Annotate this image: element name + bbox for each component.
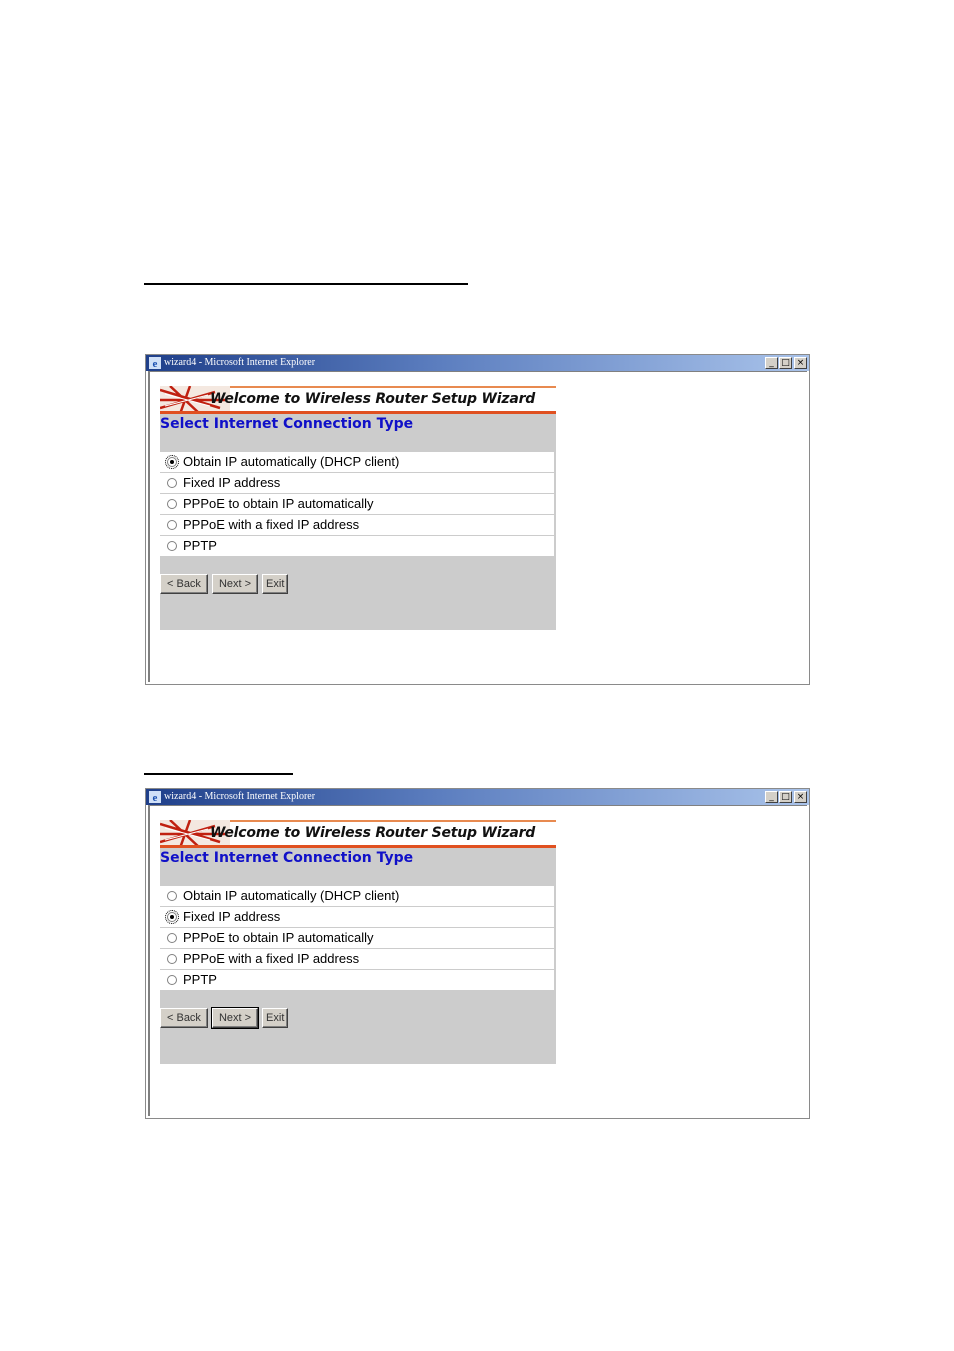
radio-pppoe-fixed[interactable] (167, 520, 177, 530)
radio-fixed-ip[interactable] (167, 478, 177, 488)
svg-text:e: e (153, 792, 158, 803)
option-pppoe-fixed[interactable]: PPPoE with a fixed IP address (160, 949, 554, 969)
option-label: Obtain IP automatically (DHCP client) (183, 888, 400, 903)
connection-type-options: Obtain IP automatically (DHCP client) Fi… (160, 886, 554, 991)
option-pptp[interactable]: PPTP (160, 536, 554, 556)
option-label: Fixed IP address (183, 475, 281, 490)
minimize-icon: _ (769, 792, 774, 802)
option-label: PPPoE with a fixed IP address (183, 517, 360, 532)
option-label: PPTP (183, 972, 217, 987)
ie-logo-icon: e (149, 357, 161, 369)
window-title: wizard4 - Microsoft Internet Explorer (164, 791, 316, 802)
wizard-banner: Welcome to Wireless Router Setup Wizard (160, 820, 556, 848)
close-icon: × (796, 792, 805, 802)
section-heading: Select Internet Connection Type (160, 416, 414, 432)
browser-window-1: e wizard4 - Microsoft Internet Explorer … (145, 354, 810, 685)
exit-button[interactable]: Exit (262, 1008, 289, 1028)
radio-pptp[interactable] (167, 975, 177, 985)
option-pppoe-fixed[interactable]: PPPoE with a fixed IP address (160, 515, 554, 535)
wizard-banner: Welcome to Wireless Router Setup Wizard (160, 386, 556, 414)
option-label: Fixed IP address (183, 909, 281, 924)
option-label: PPTP (183, 538, 217, 553)
minimize-button[interactable]: _ (765, 357, 778, 369)
radio-pptp[interactable] (167, 541, 177, 551)
minimize-button[interactable]: _ (765, 791, 778, 803)
radio-pppoe-auto[interactable] (167, 933, 177, 943)
title-bar[interactable]: e wizard4 - Microsoft Internet Explorer … (146, 355, 809, 371)
ie-logo-icon: e (149, 791, 161, 803)
connection-type-options: Obtain IP automatically (DHCP client) Fi… (160, 452, 554, 557)
banner-title: Welcome to Wireless Router Setup Wizard (210, 391, 536, 407)
banner-title: Welcome to Wireless Router Setup Wizard (210, 825, 536, 841)
option-dhcp[interactable]: Obtain IP automatically (DHCP client) (160, 452, 554, 472)
next-button[interactable]: Next > (210, 1007, 260, 1029)
maximize-button[interactable]: □ (779, 791, 792, 803)
option-pppoe-auto[interactable]: PPPoE to obtain IP automatically (160, 928, 554, 948)
exit-button[interactable]: Exit (262, 574, 289, 594)
maximize-button[interactable]: □ (779, 357, 792, 369)
window-title: wizard4 - Microsoft Internet Explorer (164, 357, 316, 368)
option-label: PPPoE with a fixed IP address (183, 951, 360, 966)
wizard-panel: Welcome to Wireless Router Setup Wizard … (160, 820, 556, 1064)
section-heading: Select Internet Connection Type (160, 850, 414, 866)
wizard-buttons: < Back Next > Exit (160, 574, 292, 594)
svg-text:e: e (153, 358, 158, 369)
page-content: Welcome to Wireless Router Setup Wizard … (148, 371, 807, 682)
section-underline-2 (144, 773, 293, 775)
option-fixed-ip[interactable]: Fixed IP address (160, 907, 554, 927)
title-bar[interactable]: e wizard4 - Microsoft Internet Explorer … (146, 789, 809, 805)
section-underline-1 (144, 283, 468, 285)
option-pppoe-auto[interactable]: PPPoE to obtain IP automatically (160, 494, 554, 514)
radio-dhcp[interactable] (165, 455, 179, 469)
radio-fixed-ip[interactable] (165, 910, 179, 924)
option-label: Obtain IP automatically (DHCP client) (183, 454, 400, 469)
option-label: PPPoE to obtain IP automatically (183, 496, 374, 511)
maximize-icon: □ (781, 358, 790, 368)
radio-pppoe-fixed[interactable] (167, 954, 177, 964)
maximize-icon: □ (781, 792, 790, 802)
back-button[interactable]: < Back (160, 574, 208, 594)
minimize-icon: _ (769, 358, 774, 368)
option-fixed-ip[interactable]: Fixed IP address (160, 473, 554, 493)
close-button[interactable]: × (794, 791, 807, 803)
radio-pppoe-auto[interactable] (167, 499, 177, 509)
back-button[interactable]: < Back (160, 1008, 208, 1028)
wizard-buttons: < Back Next > Exit (160, 1007, 292, 1029)
option-pptp[interactable]: PPTP (160, 970, 554, 990)
option-label: PPPoE to obtain IP automatically (183, 930, 374, 945)
option-dhcp[interactable]: Obtain IP automatically (DHCP client) (160, 886, 554, 906)
radio-dhcp[interactable] (167, 891, 177, 901)
page-content: Welcome to Wireless Router Setup Wizard … (148, 805, 807, 1116)
close-button[interactable]: × (794, 357, 807, 369)
close-icon: × (796, 358, 805, 368)
browser-window-2: e wizard4 - Microsoft Internet Explorer … (145, 788, 810, 1119)
wizard-panel: Welcome to Wireless Router Setup Wizard … (160, 386, 556, 630)
next-button[interactable]: Next > (211, 574, 259, 594)
